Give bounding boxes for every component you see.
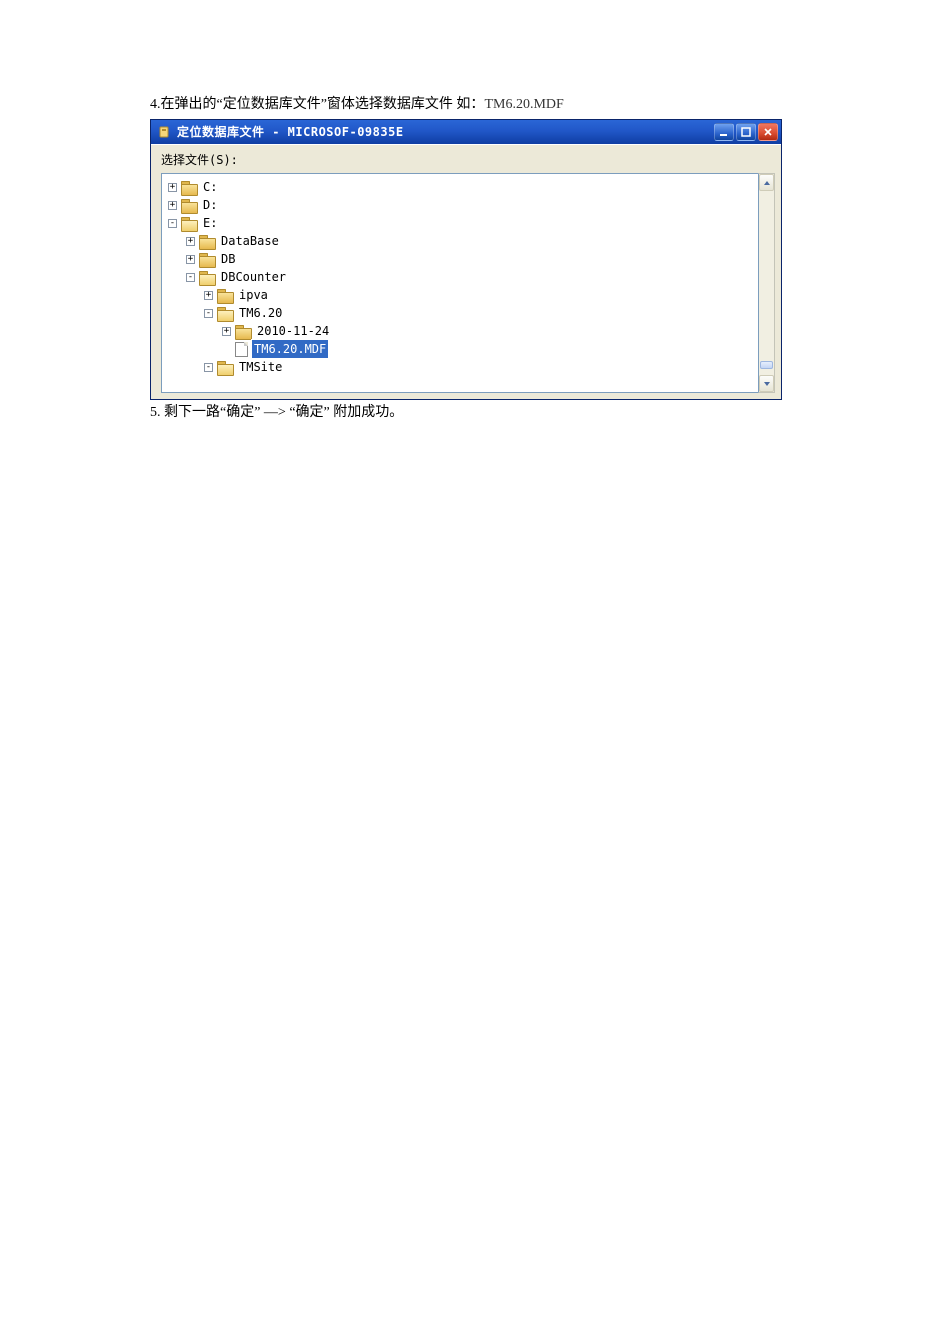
maximize-button[interactable]	[736, 123, 756, 141]
tree-label[interactable]: D:	[201, 196, 219, 214]
tree-node-tmsite[interactable]: - TMSite	[204, 358, 754, 376]
file-icon	[235, 342, 248, 357]
collapse-icon[interactable]: -	[186, 273, 195, 282]
tree-node-database[interactable]: + DataBase	[186, 232, 754, 250]
select-file-label: 选择文件(S):	[151, 145, 781, 173]
tree-node-ipva[interactable]: + ipva	[204, 286, 754, 304]
tree-label[interactable]: DB	[219, 250, 237, 268]
expand-icon[interactable]: +	[168, 183, 177, 192]
collapse-icon[interactable]: -	[204, 309, 213, 318]
folder-icon	[235, 325, 251, 338]
step-4-text: 4.在弹出的“定位数据库文件”窗体选择数据库文件 如：TM6.20.MDF	[150, 94, 807, 115]
tree-node-mdf-file[interactable]: TM6.20.MDF	[222, 340, 754, 358]
expand-placeholder	[222, 345, 231, 354]
window-title: 定位数据库文件 - MICROSOF-09835E	[177, 123, 708, 141]
tree-node-tm620[interactable]: - TM6.20 +	[204, 304, 754, 358]
window-buttons	[714, 123, 778, 141]
collapse-icon[interactable]: -	[168, 219, 177, 228]
scroll-thumb[interactable]	[760, 361, 773, 369]
scroll-track[interactable]	[759, 191, 774, 375]
tree-label[interactable]: DataBase	[219, 232, 281, 250]
step5-body: 剩下一路“确定” —> “确定” 附加成功。	[161, 405, 404, 420]
tree-node-db[interactable]: + DB	[186, 250, 754, 268]
tree-label[interactable]: 2010-11-24	[255, 322, 331, 340]
folder-icon	[199, 235, 215, 248]
locate-db-file-dialog: 定位数据库文件 - MICROSOF-09835E 选择文件(S):	[150, 119, 782, 400]
client-area: 选择文件(S): + C:	[151, 144, 781, 393]
step-5-text: 5. 剩下一路“确定” —> “确定” 附加成功。	[150, 402, 807, 423]
tree-node-dbcounter[interactable]: - DBCounter +	[186, 268, 754, 376]
expand-icon[interactable]: +	[204, 291, 213, 300]
tree-label[interactable]: TMSite	[237, 358, 284, 376]
expand-icon[interactable]: +	[168, 201, 177, 210]
folder-open-icon	[217, 307, 233, 320]
expand-icon[interactable]: +	[186, 237, 195, 246]
tree-label[interactable]: TM6.20	[237, 304, 284, 322]
tree-label[interactable]: ipva	[237, 286, 270, 304]
scroll-down-button[interactable]	[759, 375, 774, 392]
tree-label[interactable]: C:	[201, 178, 219, 196]
tree-node-e[interactable]: - E: + DataBase	[168, 214, 754, 376]
titlebar[interactable]: 定位数据库文件 - MICROSOF-09835E	[151, 120, 781, 144]
close-button[interactable]	[758, 123, 778, 141]
folder-icon	[181, 199, 197, 212]
step4-prefix: 4.	[150, 97, 161, 112]
scroll-up-button[interactable]	[759, 174, 774, 191]
file-tree[interactable]: + C: + D:	[161, 173, 758, 393]
step5-prefix: 5.	[150, 405, 161, 420]
folder-icon	[181, 181, 197, 194]
folder-icon	[217, 289, 233, 302]
vertical-scrollbar[interactable]	[758, 173, 775, 393]
folder-open-icon	[217, 361, 233, 374]
step4-body: 在弹出的“定位数据库文件”窗体选择数据库文件 如：	[161, 97, 485, 112]
app-icon	[157, 125, 171, 139]
tree-node-d[interactable]: + D:	[168, 196, 754, 214]
step4-example: TM6.20.MDF	[484, 97, 563, 112]
tree-label[interactable]: DBCounter	[219, 268, 288, 286]
folder-open-icon	[199, 271, 215, 284]
tree-label-selected[interactable]: TM6.20.MDF	[252, 340, 328, 358]
expand-icon[interactable]: +	[186, 255, 195, 264]
folder-icon	[199, 253, 215, 266]
tree-node-c[interactable]: + C:	[168, 178, 754, 196]
folder-open-icon	[181, 217, 197, 230]
collapse-icon[interactable]: -	[204, 363, 213, 372]
minimize-button[interactable]	[714, 123, 734, 141]
tree-label[interactable]: E:	[201, 214, 219, 232]
expand-icon[interactable]: +	[222, 327, 231, 336]
tree-node-date[interactable]: + 2010-11-24	[222, 322, 754, 340]
